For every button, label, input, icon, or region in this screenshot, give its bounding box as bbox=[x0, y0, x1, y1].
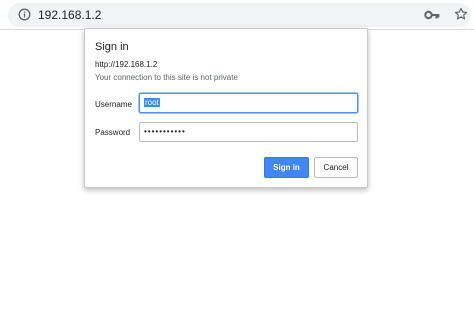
browser-page: 192.168.1.2 Sign in http://192.168.1.2 Y… bbox=[0, 0, 474, 313]
password-input[interactable]: ••••••••••• bbox=[139, 122, 358, 142]
address-bar: 192.168.1.2 bbox=[0, 0, 474, 30]
star-icon[interactable] bbox=[454, 7, 468, 21]
omnibox[interactable]: 192.168.1.2 bbox=[8, 3, 471, 27]
sign-in-dialog: Sign in http://192.168.1.2 Your connecti… bbox=[84, 28, 368, 188]
sign-in-button[interactable]: Sign in bbox=[264, 157, 309, 178]
cancel-button[interactable]: Cancel bbox=[314, 157, 358, 178]
username-input[interactable]: root bbox=[139, 93, 358, 113]
password-mask: ••••••••••• bbox=[144, 127, 186, 136]
dialog-origin: http://192.168.1.2 bbox=[95, 60, 158, 69]
connection-warning: Your connection to this site is not priv… bbox=[95, 73, 238, 82]
username-label: Username bbox=[95, 100, 132, 109]
url-text[interactable]: 192.168.1.2 bbox=[38, 8, 101, 22]
dialog-title: Sign in bbox=[95, 41, 129, 53]
info-icon[interactable] bbox=[18, 8, 31, 21]
username-value: root bbox=[144, 98, 160, 107]
password-label: Password bbox=[95, 128, 131, 137]
key-icon[interactable] bbox=[424, 8, 440, 22]
